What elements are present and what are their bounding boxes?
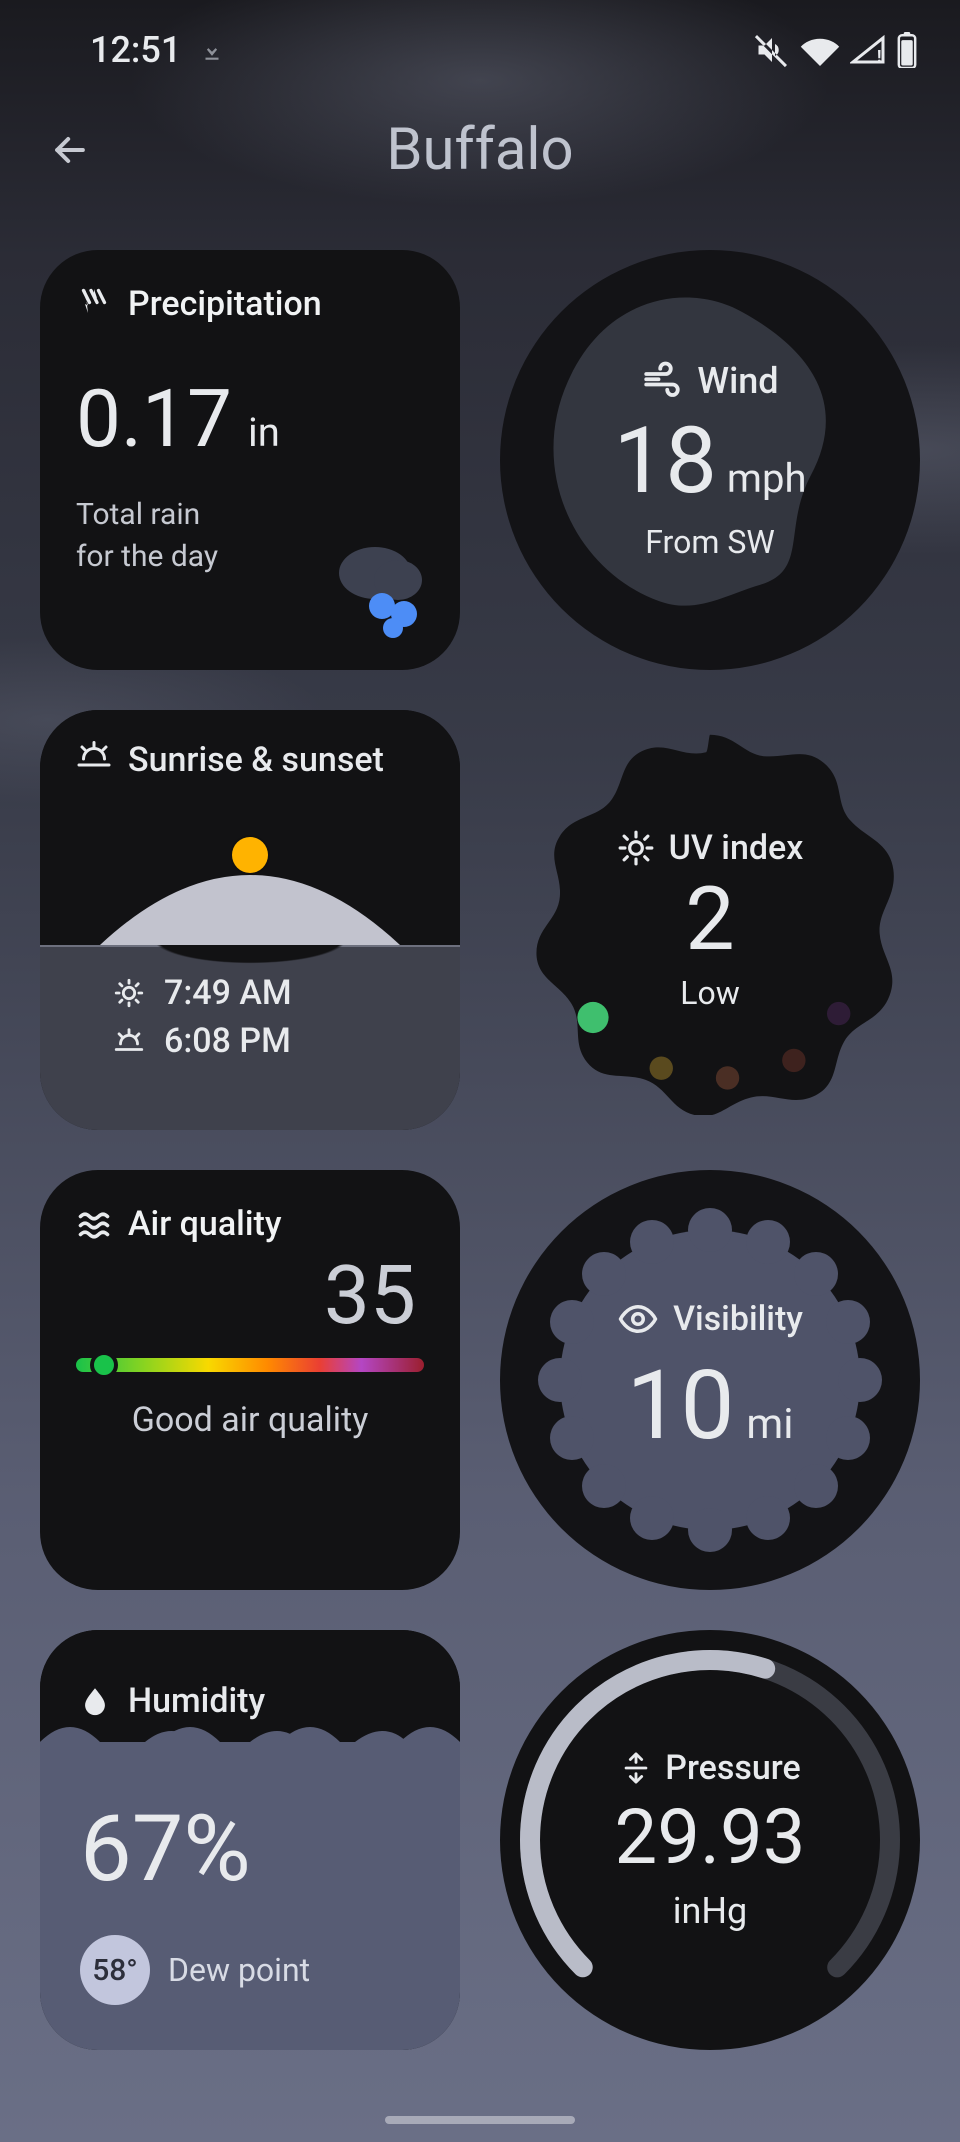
sunset-icon — [76, 738, 112, 774]
aqi-indicator — [90, 1351, 118, 1379]
dew-point-badge: 58° — [80, 1935, 150, 2005]
pressure-card[interactable]: Pressure 29.93 inHg — [500, 1630, 920, 2050]
uv-title-text: UV index — [669, 828, 804, 868]
wind-card[interactable]: Wind 18 mph From SW — [500, 250, 920, 670]
eye-icon — [617, 1298, 659, 1340]
signal-icon: ! — [850, 34, 886, 66]
humidity-wave — [40, 1742, 460, 1772]
sun-icon — [617, 829, 655, 867]
page-title: Buffalo — [40, 116, 920, 184]
precipitation-value: 0.17 — [76, 372, 232, 466]
sunrise-sunset-card[interactable]: Sunrise & sunset 7:49 AM 6:08 PM — [40, 710, 460, 1130]
navigation-handle[interactable] — [385, 2116, 575, 2124]
aqi-description: Good air quality — [76, 1400, 424, 1440]
wind-title-text: Wind — [697, 360, 778, 402]
battery-icon — [896, 32, 918, 68]
app-header: Buffalo — [0, 90, 960, 210]
humidity-value: 67% — [80, 1796, 424, 1903]
precipitation-unit: in — [248, 409, 280, 456]
wind-direction: From SW — [645, 523, 774, 561]
weather-grid: Precipitation 0.17 in Total rain for the… — [40, 250, 920, 2050]
status-time: 12:51 — [90, 29, 181, 71]
uv-level: Low — [680, 974, 740, 1012]
sunset-time-icon — [112, 1024, 146, 1058]
rain-icon — [76, 286, 112, 322]
aqi-title: Air quality — [128, 1204, 281, 1244]
uv-index-card[interactable]: UV index 2 Low — [500, 710, 920, 1130]
sunrise-time-icon — [112, 976, 146, 1010]
precipitation-title: Precipitation — [128, 284, 322, 324]
mute-icon — [754, 32, 790, 68]
visibility-title: Visibility — [673, 1299, 803, 1339]
wind-unit: mph — [727, 455, 807, 502]
waves-icon — [76, 1206, 112, 1242]
visibility-card[interactable]: Visibility 10 mi — [500, 1170, 920, 1590]
sun-position-icon — [232, 837, 268, 873]
sunrise-time: 7:49 AM — [164, 973, 292, 1013]
rain-cloud-icon — [320, 538, 430, 642]
air-quality-card[interactable]: Air quality 35 Good air quality — [40, 1170, 460, 1590]
humidity-title: Humidity — [128, 1681, 265, 1721]
droplet-icon — [78, 1684, 112, 1718]
pressure-title: Pressure — [665, 1748, 800, 1788]
precipitation-card[interactable]: Precipitation 0.17 in Total rain for the… — [40, 250, 460, 670]
visibility-unit: mi — [746, 1400, 793, 1449]
aqi-value: 35 — [76, 1248, 424, 1344]
download-icon — [199, 35, 225, 65]
sun-title-text: Sunrise & sunset — [128, 738, 384, 784]
wind-value: 18 — [614, 408, 717, 515]
pressure-value: 29.93 — [615, 1792, 806, 1882]
pressure-unit: inHg — [673, 1890, 748, 1932]
svg-text:!: ! — [877, 48, 881, 66]
dew-point-label: Dew point — [168, 1951, 310, 1989]
wifi-icon — [800, 34, 840, 66]
visibility-value: 10 — [627, 1350, 735, 1462]
pressure-icon — [619, 1751, 653, 1785]
status-bar: 12:51 ! — [0, 0, 960, 90]
uv-value: 2 — [685, 876, 734, 964]
humidity-card[interactable]: Humidity 67% 58° Dew point — [40, 1630, 460, 2050]
sunset-time: 6:08 PM — [164, 1021, 291, 1061]
wind-icon — [641, 360, 683, 402]
aqi-scale — [76, 1358, 424, 1372]
